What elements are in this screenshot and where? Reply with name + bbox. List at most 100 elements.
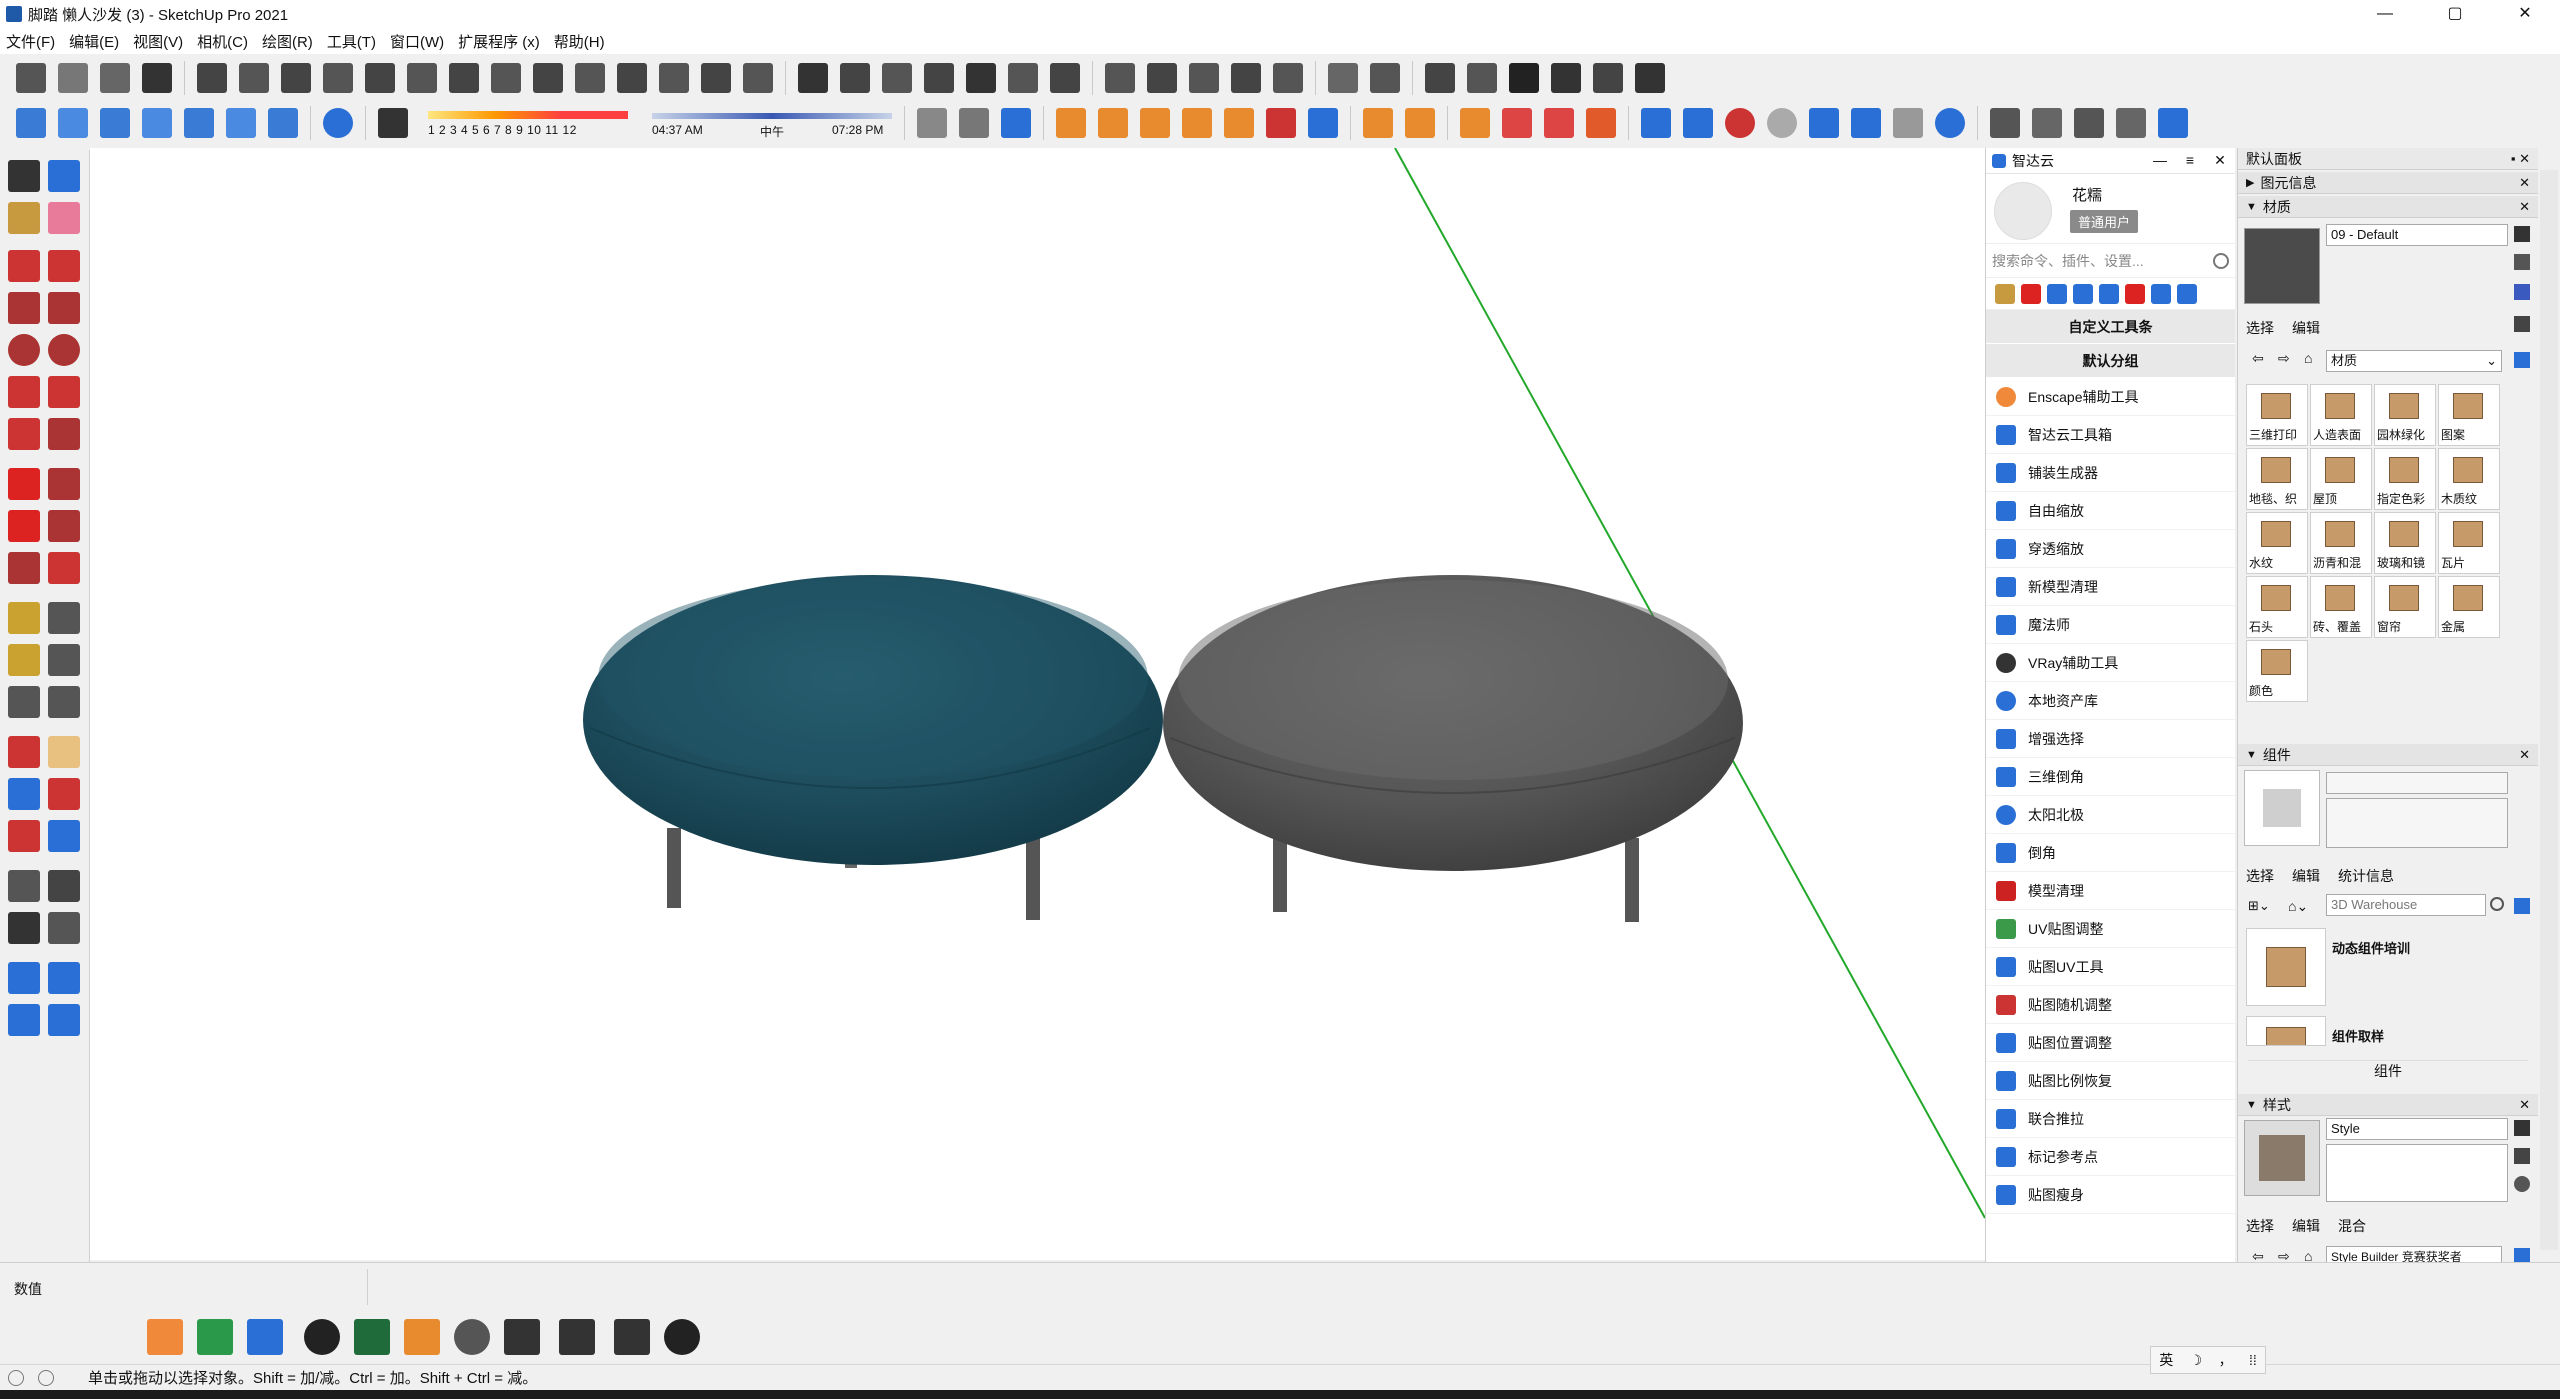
zhida-item[interactable]: UV贴图调整 xyxy=(1986,910,2235,948)
material-folder[interactable]: 指定色彩 xyxy=(2374,448,2436,510)
zhida-item[interactable]: 标记参考点 xyxy=(1986,1138,2235,1176)
house-2-icon[interactable] xyxy=(1551,63,1581,93)
tab-style-select[interactable]: 选择 xyxy=(2246,1216,2274,1236)
section-tool-2-icon[interactable] xyxy=(959,108,989,138)
two-point-arc-icon[interactable] xyxy=(48,376,80,408)
tab-style-mix[interactable]: 混合 xyxy=(2338,1216,2366,1236)
cloud-upload-icon[interactable] xyxy=(2074,108,2104,138)
materials-header[interactable]: ▼ 材质 ✕ xyxy=(2238,196,2538,218)
quick-basket-icon[interactable] xyxy=(2151,283,2171,304)
extension-tool-2-icon[interactable] xyxy=(239,63,269,93)
material-folder[interactable]: 瓦片 xyxy=(2438,512,2500,574)
component-search-input[interactable]: 3D Warehouse xyxy=(2326,894,2486,916)
tray-scrollbar[interactable] xyxy=(2540,170,2558,1250)
network-tool-icon[interactable] xyxy=(226,108,256,138)
scale-orange-1-icon[interactable] xyxy=(1363,108,1393,138)
enscape-views-icon[interactable] xyxy=(247,1319,283,1355)
material-name-field[interactable]: 09 - Default xyxy=(2326,224,2508,246)
scale-tool-icon[interactable] xyxy=(184,108,214,138)
close-button[interactable]: ✕ xyxy=(2490,0,2560,28)
orbit-icon[interactable] xyxy=(8,736,40,768)
dynamic-component-thumb[interactable] xyxy=(2246,928,2326,1006)
protractor-icon[interactable] xyxy=(8,644,40,676)
sandbox-1-icon[interactable] xyxy=(8,962,40,994)
column-tool-icon[interactable] xyxy=(1050,63,1080,93)
material-folder[interactable]: 石头 xyxy=(2246,576,2308,638)
components-header[interactable]: ▼ 组件 ✕ xyxy=(2238,744,2538,766)
window-tool-icon[interactable] xyxy=(1851,108,1881,138)
gear-blue-icon[interactable] xyxy=(1809,108,1839,138)
component-home-icon[interactable]: ⌂⌄ xyxy=(2288,898,2308,915)
brush-tool-icon[interactable] xyxy=(1273,63,1303,93)
material-folder[interactable]: 图案 xyxy=(2438,384,2500,446)
teal-ottoman[interactable] xyxy=(583,575,1163,920)
minimize-button[interactable]: — xyxy=(2350,0,2420,28)
ime-punct[interactable]: ， xyxy=(2219,1350,2233,1370)
default-group-button[interactable]: 默认分组 xyxy=(1986,344,2235,378)
menu-draw[interactable]: 绘图(R) xyxy=(262,31,313,52)
section-tool-1-icon[interactable] xyxy=(917,108,947,138)
select-arrow-icon[interactable] xyxy=(8,160,40,192)
details-arrow-icon[interactable] xyxy=(2514,352,2530,368)
eyedropper-icon[interactable] xyxy=(2514,316,2530,332)
layers-tool-icon[interactable] xyxy=(1502,108,1532,138)
zhida-item[interactable]: 增强选择 xyxy=(1986,720,2235,758)
zhida-item[interactable]: 魔法师 xyxy=(1986,606,2235,644)
book-tool-icon[interactable] xyxy=(1467,63,1497,93)
zhida-item[interactable]: 模型清理 xyxy=(1986,872,2235,910)
zhida-item[interactable]: Enscape辅助工具 xyxy=(1986,378,2235,416)
rotate-icon[interactable] xyxy=(8,510,40,542)
house-1-icon[interactable] xyxy=(1509,63,1539,93)
push-pull-icon[interactable] xyxy=(48,468,80,500)
axes-icon[interactable] xyxy=(8,686,40,718)
zhida-item[interactable]: 穿透缩放 xyxy=(1986,530,2235,568)
pencil-icon[interactable] xyxy=(8,250,40,282)
stop-icon[interactable] xyxy=(1767,108,1797,138)
path-tool-icon[interactable] xyxy=(1308,108,1338,138)
material-folder[interactable]: 三维打印 xyxy=(2246,384,2308,446)
pause-icon[interactable] xyxy=(1683,108,1713,138)
menu-view[interactable]: 视图(V) xyxy=(133,31,183,52)
mirror-tool-icon[interactable] xyxy=(1105,63,1135,93)
previous-view-icon[interactable] xyxy=(48,820,80,852)
material-swatch[interactable] xyxy=(2244,228,2320,304)
materials-close-icon[interactable]: ✕ xyxy=(2519,199,2530,215)
extension-tool-8-icon[interactable] xyxy=(491,63,521,93)
zhida-item[interactable]: 三维倒角 xyxy=(1986,758,2235,796)
checkbox-tool-icon[interactable] xyxy=(2032,108,2062,138)
style-refresh-icon[interactable] xyxy=(2514,1176,2530,1192)
maximize-button[interactable]: ▢ xyxy=(2420,0,2490,28)
sandbox-4-icon[interactable] xyxy=(48,1004,80,1036)
solid-tool-1-icon[interactable] xyxy=(1056,108,1086,138)
extension-tool-12-icon[interactable] xyxy=(659,63,689,93)
entity-info-close-icon[interactable]: ✕ xyxy=(2519,175,2530,191)
3d-text-icon[interactable] xyxy=(48,686,80,718)
quick-move-icon[interactable] xyxy=(2021,283,2041,304)
eraser-shadow-icon[interactable] xyxy=(378,108,408,138)
polygon-icon[interactable] xyxy=(48,334,80,366)
zhida-item[interactable]: 自由缩放 xyxy=(1986,492,2235,530)
bridge-tool-icon[interactable] xyxy=(404,1319,440,1355)
house-3-icon[interactable] xyxy=(1593,63,1623,93)
component-details-icon[interactable] xyxy=(2514,898,2530,914)
component-name-field[interactable] xyxy=(2326,772,2508,794)
sync-tool-icon[interactable] xyxy=(2158,108,2188,138)
extension-tool-13-icon[interactable] xyxy=(701,63,731,93)
position-camera-icon[interactable] xyxy=(8,870,40,902)
tree-tool-icon[interactable] xyxy=(354,1319,390,1355)
cloud-tool-2-icon[interactable] xyxy=(58,108,88,138)
style-name-field[interactable]: Style xyxy=(2326,1118,2508,1140)
component-item-label[interactable]: 组件取样 xyxy=(2332,1026,2384,1045)
tab-material-select[interactable]: 选择 xyxy=(2246,318,2274,338)
zoom-window-icon[interactable] xyxy=(48,778,80,810)
ime-language[interactable]: 英 xyxy=(2159,1350,2173,1370)
walk-icon[interactable] xyxy=(8,912,40,944)
measurements-box[interactable] xyxy=(8,1269,368,1305)
material-folder[interactable]: 颜色 xyxy=(2246,640,2308,702)
menu-camera[interactable]: 相机(C) xyxy=(197,31,248,52)
chain-tool-icon[interactable] xyxy=(840,63,870,93)
search-icon[interactable] xyxy=(2213,252,2229,269)
avatar[interactable] xyxy=(1994,182,2052,240)
menu-tools[interactable]: 工具(T) xyxy=(327,31,376,52)
back-arrow-icon[interactable]: ⇦ xyxy=(2252,350,2264,367)
